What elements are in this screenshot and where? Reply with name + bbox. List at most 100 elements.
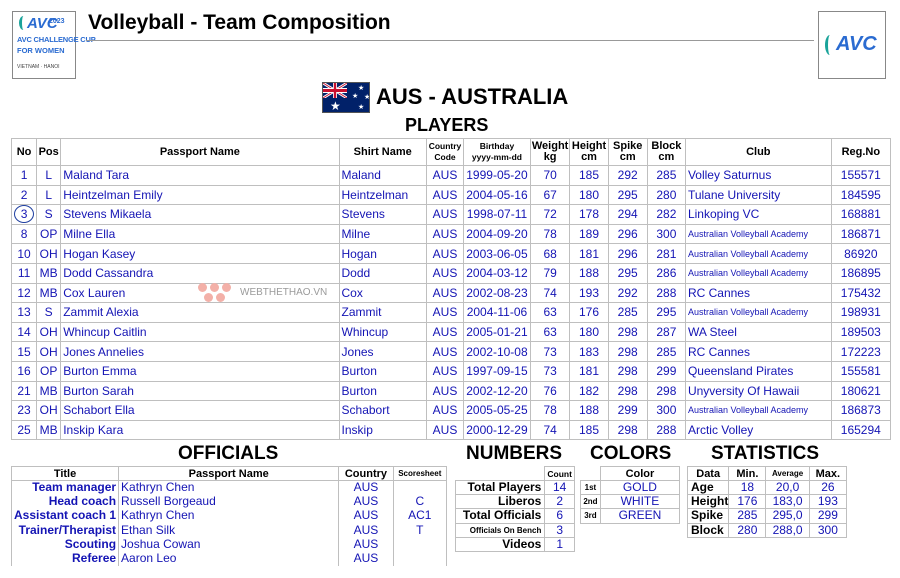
- player-height: 185: [569, 165, 609, 186]
- player-shirt-name: Hogan: [338, 243, 427, 264]
- player-passport-name: Burton Emma: [60, 360, 340, 382]
- player-reg-no: 198931: [830, 302, 892, 323]
- player-weight: 63: [529, 321, 571, 343]
- player-weight: 72: [529, 204, 571, 225]
- player-number: 21: [10, 380, 38, 402]
- player-spike: 285: [607, 302, 648, 323]
- player-height: 189: [569, 223, 609, 245]
- col-country-line2: Code: [434, 152, 456, 162]
- numbers-value: 2: [544, 494, 575, 510]
- statistics-max: 26: [808, 479, 848, 496]
- player-spike: 298: [607, 360, 648, 382]
- numbers-label: Officials On Bench: [454, 522, 546, 538]
- player-height: 178: [569, 204, 609, 225]
- col-average: Average: [765, 466, 810, 481]
- watermark-dot: [210, 283, 219, 292]
- event-logo: AVC 2023 AVC CHALLENGE CUP FOR WOMEN VIE…: [12, 11, 96, 79]
- player-reg-no: 180621: [830, 380, 892, 402]
- statistics-min: 176: [728, 494, 767, 510]
- player-block: 285: [646, 341, 686, 362]
- official-scoresheet: [392, 480, 448, 495]
- player-reg-no: 186895: [830, 262, 892, 284]
- player-shirt-name: Dodd: [338, 262, 427, 284]
- numbers-row: Total Officials 6: [454, 508, 575, 524]
- player-country: AUS: [425, 262, 465, 284]
- player-club: Australian Volleyball Academy: [684, 400, 832, 421]
- numbers-label: Videos: [454, 536, 546, 552]
- numbers-label: Total Officials: [454, 508, 546, 524]
- col-spike: Spike cm: [607, 138, 648, 166]
- player-row: 12 MB Cox Lauren Cox AUS 2002-08-23 74 193 292 28…: [10, 282, 892, 304]
- player-spike: 298: [607, 321, 648, 343]
- col-passport-name: Passport Name: [60, 138, 340, 166]
- player-passport-name: Maland Tara: [60, 165, 340, 186]
- player-spike: 298: [607, 341, 648, 362]
- col-official-country: Country: [338, 466, 394, 481]
- statistics-label: Age: [686, 479, 730, 496]
- player-number: 11: [10, 262, 38, 284]
- player-birthday: 1998-07-11: [463, 204, 531, 225]
- player-club: Linkoping VC: [684, 204, 832, 225]
- avc-logo-text: AVC: [836, 33, 877, 55]
- official-name: Kathryn Chen: [118, 480, 340, 495]
- player-shirt-name: Burton: [338, 380, 427, 402]
- player-reg-no: 165294: [830, 419, 892, 441]
- official-row: Head coach Russell Borgeaud AUS C: [10, 494, 448, 509]
- player-number: 16: [10, 360, 38, 382]
- player-row: 1 L Maland Tara Maland AUS 1999-05-20 70 185 292…: [10, 165, 892, 186]
- player-shirt-name: Burton: [338, 360, 427, 382]
- player-country: AUS: [425, 419, 465, 441]
- star-icon: ★: [358, 85, 365, 92]
- col-shirt-name: Shirt Name: [338, 138, 427, 166]
- statistics-average: 20,0: [765, 479, 810, 496]
- player-birthday: 2002-10-08: [463, 341, 531, 362]
- statistics-label: Height: [686, 494, 730, 510]
- player-spike: 294: [607, 204, 648, 225]
- player-block: 287: [646, 321, 686, 343]
- player-block: 285: [646, 165, 686, 186]
- player-passport-name: Dodd Cassandra: [60, 262, 340, 284]
- player-row: 23 OH Schabort Ella Schabort AUS 2005-05-25 78…: [10, 400, 892, 421]
- statistics-heading: STATISTICS: [711, 443, 820, 464]
- statistics-header-row: Data Min. Average Max.: [686, 466, 848, 481]
- col-no: No: [10, 138, 38, 166]
- player-weight: 79: [529, 262, 571, 284]
- official-title: Assistant coach 1: [10, 508, 120, 524]
- player-block: 295: [646, 302, 686, 323]
- player-country: AUS: [425, 321, 465, 343]
- color-value: GOLD: [599, 479, 681, 496]
- player-birthday: 2002-12-20: [463, 380, 531, 402]
- players-header-row: No Pos Passport Name Shirt Name Country C…: [10, 138, 892, 166]
- watermark-dot: [222, 283, 231, 292]
- player-passport-name: Burton Sarah: [60, 380, 340, 402]
- player-shirt-name: Heintzelman: [338, 184, 427, 206]
- statistics-min: 18: [728, 479, 767, 496]
- player-shirt-name: Zammit: [338, 302, 427, 323]
- col-height: Height cm: [569, 138, 609, 166]
- numbers-row: Videos 1: [454, 536, 575, 552]
- player-birthday: 2003-06-05: [463, 243, 531, 264]
- players-heading: PLAYERS: [405, 115, 489, 135]
- watermark-dot: [216, 293, 225, 302]
- player-weight: 73: [529, 360, 571, 382]
- star-icon: ★: [364, 94, 370, 101]
- colors-table: Color 1st GOLD 2nd WHITE 3rd GREEN: [580, 466, 681, 524]
- player-position: MB: [36, 380, 62, 402]
- statistics-row: Height 176 183,0 193: [686, 494, 848, 510]
- player-club: RC Cannes: [684, 282, 832, 304]
- player-block: 300: [646, 223, 686, 245]
- official-country: AUS: [338, 480, 394, 495]
- col-country-line1: Country: [428, 141, 462, 151]
- player-shirt-name: Schabort: [338, 400, 427, 421]
- statistics-min: 280: [728, 522, 767, 538]
- player-number: 15: [10, 341, 38, 362]
- players-table: No Pos Passport Name Shirt Name Country C…: [10, 138, 892, 441]
- col-birthday-line2: yyyy-mm-dd: [471, 152, 522, 162]
- col-height-line2: cm: [581, 151, 597, 163]
- avc-logo: AVC: [818, 11, 886, 79]
- player-row: 21 MB Burton Sarah Burton AUS 2002-12-20 76 182…: [10, 380, 892, 402]
- player-position: L: [36, 165, 62, 186]
- player-spike: 296: [607, 243, 648, 264]
- player-position: OP: [36, 223, 62, 245]
- player-number: 1: [10, 165, 38, 186]
